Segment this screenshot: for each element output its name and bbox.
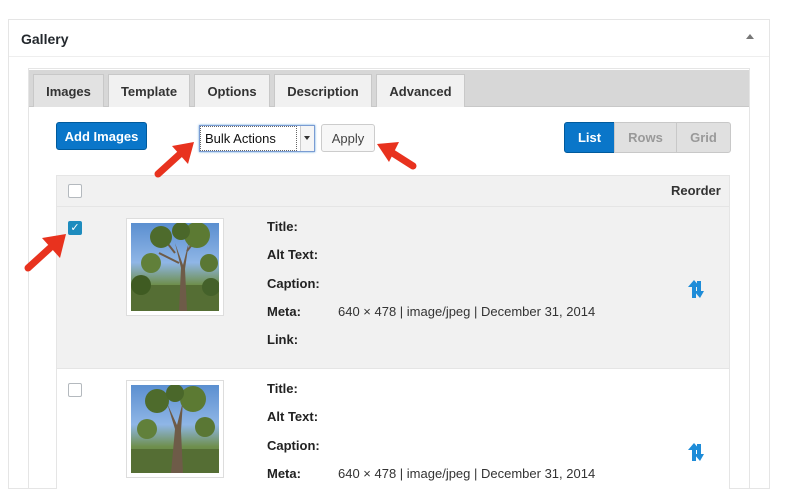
- select-all-checkbox[interactable]: [68, 184, 82, 198]
- field-label-caption: Caption:: [267, 276, 320, 291]
- panel-title: Gallery: [21, 31, 69, 47]
- image-thumbnail[interactable]: [126, 218, 224, 316]
- bulk-actions-selected-value: Bulk Actions: [205, 131, 276, 146]
- table-header: [56, 175, 730, 207]
- reorder-arrows-icon[interactable]: [686, 278, 706, 300]
- field-label-alt-text: Alt Text:: [267, 247, 319, 262]
- tab-advanced[interactable]: Advanced: [376, 74, 465, 107]
- panel-divider: [9, 56, 769, 57]
- view-list-button[interactable]: List: [564, 122, 615, 153]
- row-checkbox[interactable]: [68, 383, 82, 397]
- reorder-column-header: Reorder: [671, 183, 721, 198]
- add-images-button[interactable]: Add Images: [56, 122, 147, 150]
- row-checkbox[interactable]: ✓: [68, 221, 82, 235]
- tree-photo: [131, 385, 219, 473]
- view-grid-button[interactable]: Grid: [676, 122, 731, 153]
- image-thumbnail[interactable]: [126, 380, 224, 478]
- view-rows-button[interactable]: Rows: [614, 122, 677, 153]
- bulk-actions-select[interactable]: Bulk Actions: [199, 125, 315, 152]
- tab-images[interactable]: Images: [33, 74, 104, 107]
- reorder-arrows-icon[interactable]: [686, 441, 706, 463]
- tab-options[interactable]: Options: [194, 74, 270, 107]
- field-label-meta: Meta:: [267, 304, 301, 319]
- field-label-title: Title:: [267, 219, 298, 234]
- tab-template[interactable]: Template: [108, 74, 190, 107]
- apply-button[interactable]: Apply: [321, 124, 375, 152]
- tab-description[interactable]: Description: [274, 74, 372, 107]
- field-label-meta: Meta:: [267, 466, 301, 481]
- chevron-down-icon[interactable]: [300, 126, 314, 151]
- field-label-link: Link:: [267, 332, 299, 347]
- meta-value: 640 × 478 | image/jpeg | December 31, 20…: [338, 304, 596, 319]
- field-label-alt-text: Alt Text:: [267, 409, 319, 424]
- meta-value: 640 × 478 | image/jpeg | December 31, 20…: [338, 466, 596, 481]
- tree-photo: [131, 223, 219, 311]
- field-label-title: Title:: [267, 381, 298, 396]
- collapse-toggle-icon[interactable]: [746, 34, 754, 39]
- field-label-caption: Caption:: [267, 438, 320, 453]
